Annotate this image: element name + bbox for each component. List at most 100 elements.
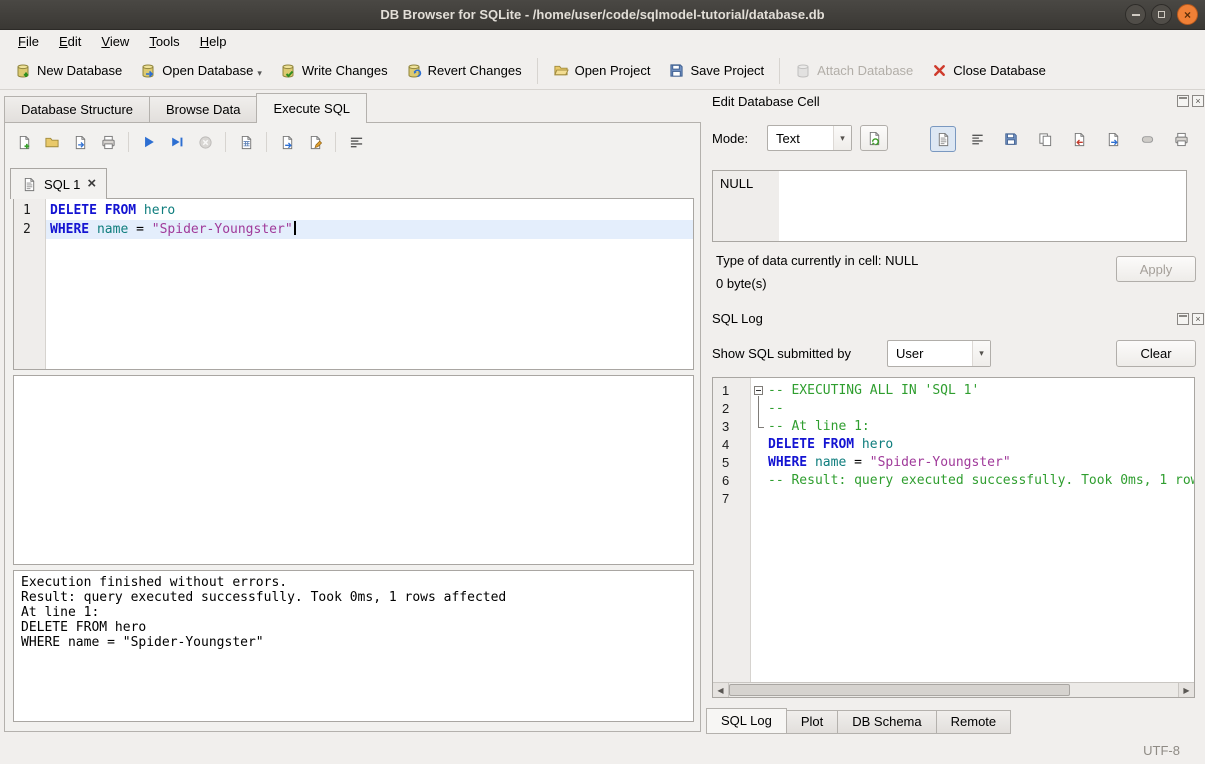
code-token: DELETE FROM bbox=[768, 437, 854, 452]
fold-marker bbox=[751, 454, 768, 472]
close-database-button[interactable]: Close Database bbox=[922, 58, 1055, 84]
new-database-label: New Database bbox=[37, 63, 122, 78]
printer-icon bbox=[100, 134, 116, 150]
set-null-button[interactable] bbox=[1134, 126, 1160, 152]
menu-file[interactable]: File bbox=[8, 32, 49, 51]
import-cell-data-button[interactable] bbox=[1066, 126, 1092, 152]
close-database-label: Close Database bbox=[953, 63, 1046, 78]
word-wrap-button[interactable] bbox=[342, 129, 370, 156]
code-token: hero bbox=[144, 203, 175, 218]
doc-import-icon bbox=[1071, 131, 1087, 147]
play-icon bbox=[141, 134, 157, 150]
menubar: FileEditViewToolsHelp bbox=[0, 30, 1205, 52]
tab-execute-sql[interactable]: Execute SQL bbox=[256, 93, 367, 123]
close-dock-icon[interactable]: × bbox=[1192, 95, 1204, 107]
dock-tab-plot[interactable]: Plot bbox=[786, 710, 838, 734]
export-results-button[interactable] bbox=[273, 129, 301, 156]
open-sql-new-tab-button[interactable] bbox=[10, 129, 38, 156]
menu-tools[interactable]: Tools bbox=[139, 32, 189, 51]
revert-changes-button[interactable]: Revert Changes bbox=[397, 58, 531, 84]
log-filter-combobox[interactable]: User ▾ bbox=[887, 340, 991, 367]
open-database-button[interactable]: Open Database▾ bbox=[131, 58, 271, 84]
open-sql-file-in-new-tab-button[interactable] bbox=[66, 129, 94, 156]
maximize-icon bbox=[1158, 11, 1165, 18]
titlebar[interactable]: DB Browser for SQLite - /home/user/code/… bbox=[0, 0, 1205, 30]
line-number: 7 bbox=[713, 490, 750, 508]
minimize-icon bbox=[1132, 14, 1140, 16]
text-view-button[interactable] bbox=[930, 126, 956, 152]
cell-editor[interactable]: NULL bbox=[712, 170, 1187, 242]
toolbar-separator bbox=[266, 132, 267, 152]
code-token: hero bbox=[862, 437, 893, 452]
dock-tab-sql-log[interactable]: SQL Log bbox=[706, 708, 787, 734]
close-button[interactable]: × bbox=[1177, 4, 1198, 25]
cell-editor-area[interactable] bbox=[779, 171, 1186, 241]
execute-current-line-button[interactable] bbox=[163, 129, 191, 156]
scroll-right-icon[interactable]: ▶ bbox=[1178, 683, 1194, 697]
open-project-button[interactable]: Open Project bbox=[544, 58, 660, 84]
open-sql-file-button[interactable] bbox=[38, 129, 66, 156]
menu-edit[interactable]: Edit bbox=[49, 32, 91, 51]
sql-editor[interactable]: 12 DELETE FROM heroWHERE name = "Spider-… bbox=[13, 198, 694, 370]
fold-line bbox=[758, 400, 759, 418]
scroll-left-icon[interactable]: ◀ bbox=[713, 683, 729, 697]
menu-view[interactable]: View bbox=[91, 32, 139, 51]
toolbar-separator bbox=[537, 58, 538, 84]
fold-marker[interactable] bbox=[751, 382, 768, 400]
minimize-button[interactable] bbox=[1125, 4, 1146, 25]
execute-all-button[interactable] bbox=[135, 129, 163, 156]
menu-help[interactable]: Help bbox=[190, 32, 237, 51]
copy-cell-data-button[interactable] bbox=[1032, 126, 1058, 152]
sql-editor-tab[interactable]: SQL 1 × bbox=[10, 168, 107, 199]
open-database-dropdown-icon[interactable]: ▾ bbox=[257, 68, 262, 79]
editor-line-numbers: 12 bbox=[14, 199, 46, 369]
app-window: DB Browser for SQLite - /home/user/code/… bbox=[0, 0, 1205, 764]
fold-marker bbox=[751, 400, 768, 418]
write-changes-label: Write Changes bbox=[302, 63, 388, 78]
doc-export-icon bbox=[279, 134, 295, 150]
maximize-button[interactable] bbox=[1151, 4, 1172, 25]
save-results-button[interactable] bbox=[232, 129, 260, 156]
print-sql-button[interactable] bbox=[94, 129, 122, 156]
tab-browse-data[interactable]: Browse Data bbox=[149, 96, 257, 123]
doc-save-icon bbox=[1003, 131, 1019, 147]
close-icon: × bbox=[1184, 8, 1191, 22]
save-as-view-button[interactable] bbox=[301, 129, 329, 156]
export-cell-data-button[interactable] bbox=[1100, 126, 1126, 152]
scrollbar-thumb[interactable] bbox=[729, 684, 1070, 696]
dock-tab-remote[interactable]: Remote bbox=[936, 710, 1012, 734]
save-project-button[interactable]: Save Project bbox=[659, 58, 773, 84]
line-number: 1 bbox=[713, 382, 750, 400]
tab-database-structure[interactable]: Database Structure bbox=[4, 96, 150, 123]
doc-open-icon bbox=[72, 134, 88, 150]
cell-type-text: Type of data currently in cell: NULL bbox=[716, 253, 918, 268]
doc-plus-icon bbox=[16, 134, 32, 150]
close-dock-icon[interactable]: × bbox=[1192, 313, 1204, 325]
apply-data-type-button[interactable] bbox=[860, 125, 888, 151]
undock-icon[interactable] bbox=[1177, 313, 1189, 325]
line-number: 5 bbox=[713, 454, 750, 472]
chevron-down-icon: ▾ bbox=[833, 126, 851, 150]
collapse-icon[interactable] bbox=[754, 386, 763, 395]
line-number: 4 bbox=[713, 436, 750, 454]
code-token: "Spider-Youngster" bbox=[870, 455, 1011, 470]
undock-icon[interactable] bbox=[1177, 95, 1189, 107]
apply-button[interactable]: Apply bbox=[1116, 256, 1196, 282]
print-cell-button[interactable] bbox=[1168, 126, 1194, 152]
sql-log-view[interactable]: 1234567 -- EXECUTING ALL IN 'SQL 1'---- … bbox=[712, 377, 1195, 698]
editor-code[interactable]: DELETE FROM heroWHERE name = "Spider-You… bbox=[46, 199, 693, 369]
edit-cell-dock-controls: × bbox=[1177, 95, 1204, 107]
log-line: -- EXECUTING ALL IN 'SQL 1' bbox=[751, 382, 1194, 400]
save-cell-data-button[interactable] bbox=[998, 126, 1024, 152]
horizontal-scrollbar[interactable]: ◀ ▶ bbox=[713, 682, 1194, 697]
clear-log-button[interactable]: Clear bbox=[1116, 340, 1196, 367]
dock-tab-db-schema[interactable]: DB Schema bbox=[837, 710, 936, 734]
code-token: = bbox=[128, 222, 151, 237]
new-database-button[interactable]: New Database bbox=[6, 58, 131, 84]
word-wrap-cell-button[interactable] bbox=[964, 126, 990, 152]
write-changes-button[interactable]: Write Changes bbox=[271, 58, 397, 84]
results-grid[interactable] bbox=[13, 375, 694, 565]
scrollbar-track[interactable] bbox=[729, 683, 1178, 697]
mode-combobox[interactable]: Text ▾ bbox=[767, 125, 852, 151]
close-tab-icon[interactable]: × bbox=[87, 178, 96, 190]
